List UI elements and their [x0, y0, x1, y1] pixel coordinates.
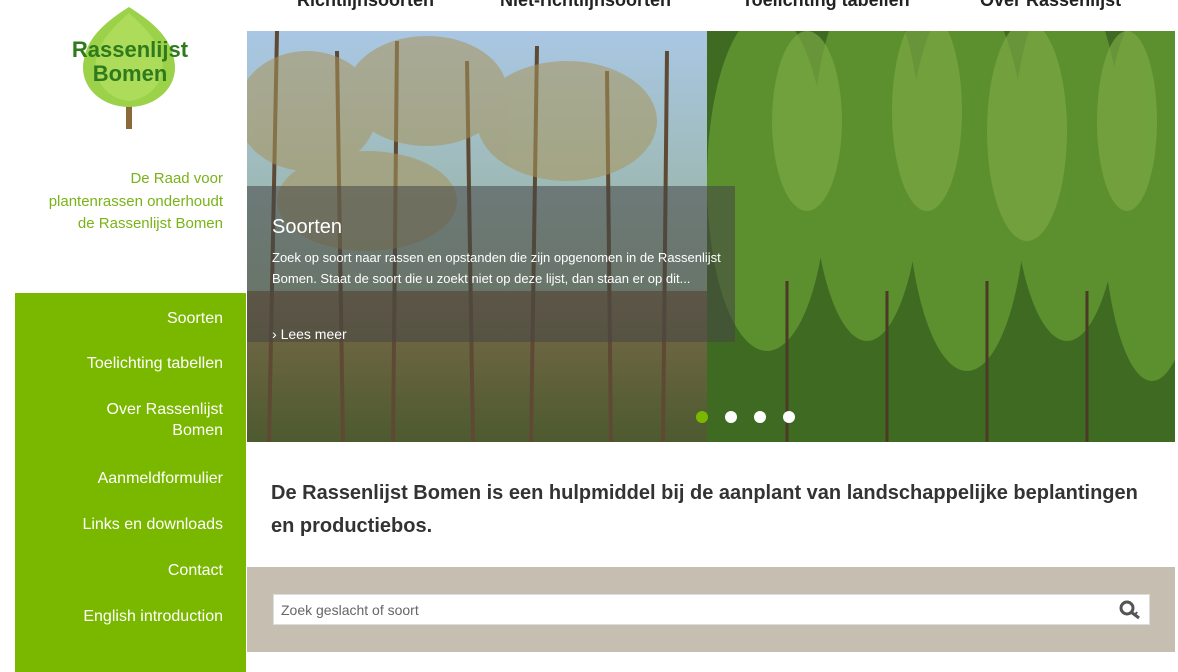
hero-caption-text: Zoek op soort naar rassen en opstanden d… [272, 250, 721, 286]
sidebar-item-over-rassenlijst-bomen[interactable]: Over Rassenlijst Bomen [83, 399, 223, 441]
search-box [273, 594, 1150, 625]
tagline: De Raad voor plantenrassen onderhoudt de… [48, 170, 223, 232]
hero-caption: Soorten Zoek op soort naar rassen en ops… [247, 186, 735, 342]
topnav-item-over-rassenlijst[interactable]: Over Rassenlijst [980, 0, 1121, 10]
sidebar-item-toelichting-tabellen[interactable]: Toelichting tabellen [23, 353, 223, 374]
slide-dot-3[interactable] [754, 411, 766, 423]
search-band [247, 567, 1175, 652]
chevron-right-icon: › [272, 326, 281, 342]
site-logo[interactable]: Rassenlijst Bomen [60, 5, 200, 133]
sidebar-item-contact[interactable]: Contact [23, 560, 223, 581]
search-key-icon[interactable] [1119, 600, 1141, 620]
sidebar-item-links-en-downloads[interactable]: Links en downloads [23, 514, 223, 535]
logo-text-line2: Bomen [93, 61, 168, 86]
sidebar-navigation: Soorten Toelichting tabellen Over Rassen… [15, 293, 246, 672]
tree-logo-icon: Rassenlijst Bomen [72, 7, 189, 129]
top-navigation: Richtlijnsoorten Niet-richtlijnsoorten T… [247, 0, 1178, 10]
slide-dot-1[interactable] [696, 411, 708, 423]
search-input[interactable] [274, 595, 1108, 624]
hero-caption-title: Soorten [272, 216, 343, 238]
hero-slideshow: Soorten Zoek op soort naar rassen en ops… [247, 31, 1175, 442]
sidebar-item-soorten[interactable]: Soorten [23, 308, 223, 329]
intro-heading: De Rassenlijst Bomen is een hulpmiddel b… [271, 482, 1138, 537]
slide-dot-2[interactable] [725, 411, 737, 423]
slide-indicators [696, 411, 812, 425]
sidebar-item-aanmeldformulier[interactable]: Aanmeldformulier [23, 468, 223, 489]
sidebar-item-english-introduction[interactable]: English introduction [23, 606, 223, 627]
read-more-label: Lees meer [280, 326, 347, 342]
topnav-item-toelichting-tabellen[interactable]: Toelichting tabellen [742, 0, 910, 10]
topnav-item-niet-richtlijnsoorten[interactable]: Niet-richtlijnsoorten [500, 0, 671, 10]
read-more-link[interactable]: › Lees meer [272, 326, 347, 342]
topnav-item-richtlijnsoorten[interactable]: Richtlijnsoorten [297, 0, 434, 10]
logo-text-line1: Rassenlijst [72, 37, 189, 62]
slide-dot-4[interactable] [783, 411, 795, 423]
